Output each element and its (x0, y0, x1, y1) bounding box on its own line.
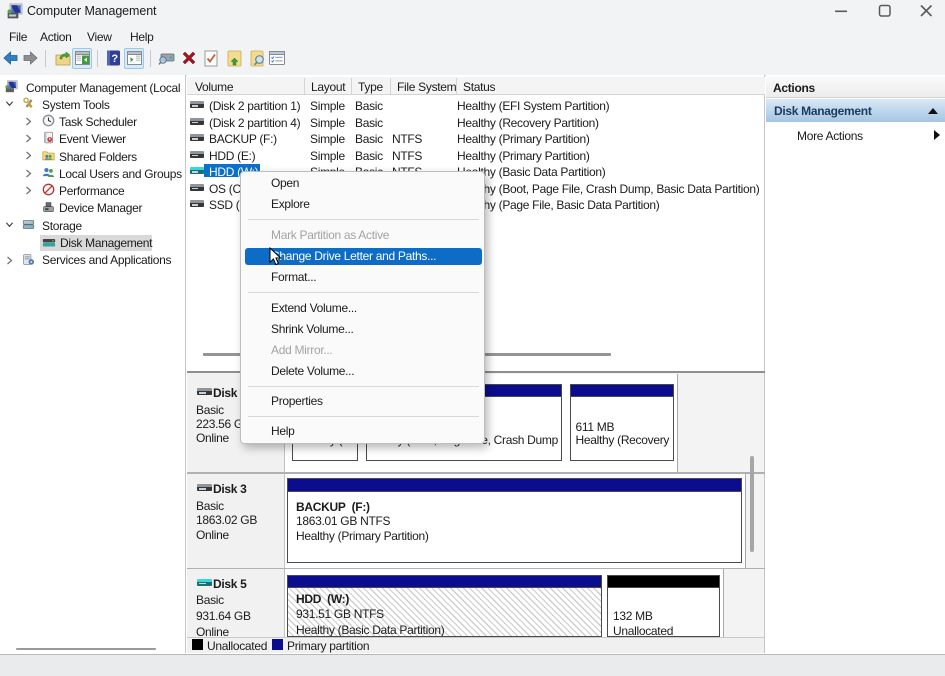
svg-text:?: ? (111, 53, 118, 65)
